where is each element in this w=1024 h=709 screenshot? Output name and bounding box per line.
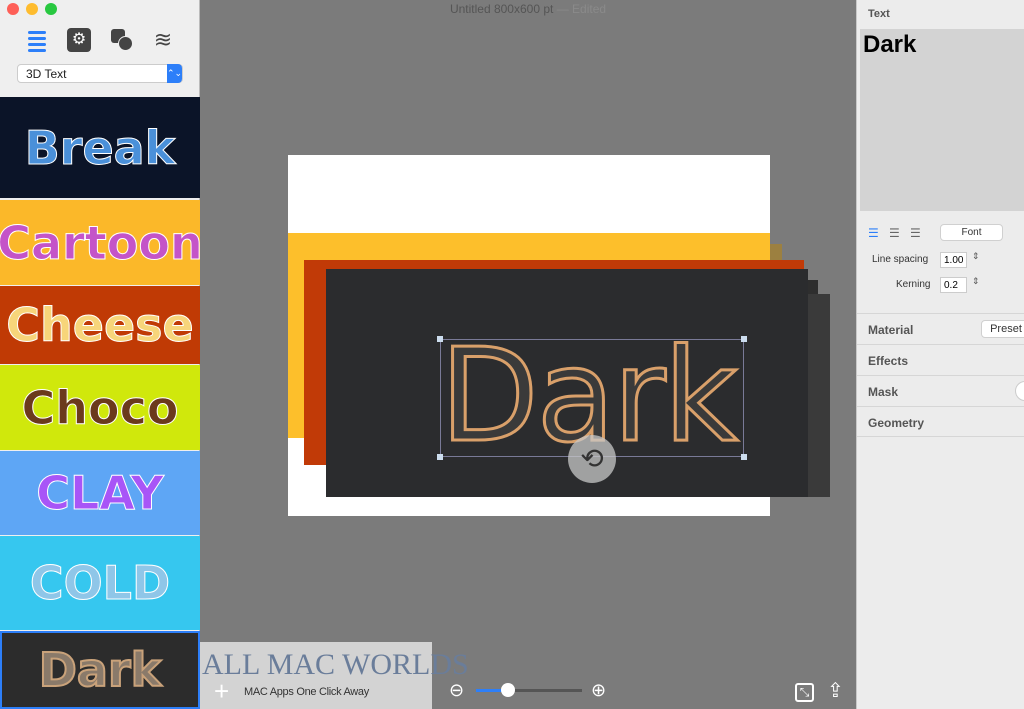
- resize-handle[interactable]: [437, 336, 443, 342]
- preset-thumbnail[interactable]: Cheese: [0, 286, 200, 364]
- add-icon[interactable]: +: [214, 676, 229, 707]
- sidebar: ⚙ ≋ 3D Text ⌃⌄ Break Cartoon Cheese Choco CL…: [0, 0, 200, 709]
- category-select[interactable]: 3D Text ⌃⌄: [17, 64, 183, 83]
- zoom-slider[interactable]: [476, 683, 582, 697]
- line-spacing-stepper[interactable]: ⇕: [972, 251, 980, 262]
- mask-label: Mask: [868, 385, 899, 399]
- preset-thumbnail[interactable]: Break: [0, 97, 200, 198]
- preset-label: Dark: [38, 642, 163, 698]
- window-title: Untitled 800x600 pt — Edited: [200, 2, 856, 16]
- kerning-field[interactable]: 0.2: [940, 277, 967, 293]
- edited-status: — Edited: [556, 2, 607, 16]
- preset-thumbnail[interactable]: COLD: [0, 536, 200, 630]
- kerning-label: Kerning: [896, 279, 931, 290]
- text-input-value: Dark: [863, 31, 917, 58]
- preset-label: CLAY: [36, 466, 165, 521]
- mask-toggle[interactable]: [1015, 381, 1024, 401]
- line-spacing-field[interactable]: 1.00: [940, 252, 967, 268]
- gear-icon[interactable]: ⚙: [67, 28, 91, 52]
- zoom-in-icon[interactable]: ⊕: [591, 680, 606, 701]
- watermark-tagline: MAC Apps One Click Away: [244, 686, 369, 698]
- resize-handle[interactable]: [437, 454, 443, 460]
- mask-section[interactable]: Mask: [857, 375, 1024, 406]
- minimize-button[interactable]: [26, 3, 38, 15]
- align-center-icon[interactable]: ☰: [889, 226, 900, 240]
- document-title: Untitled 800x600 pt: [449, 2, 554, 16]
- preset-thumbnail[interactable]: Dark: [0, 631, 200, 709]
- geometry-section[interactable]: Geometry: [857, 406, 1024, 437]
- fit-canvas-icon[interactable]: ⤡: [795, 683, 814, 702]
- effects-label: Effects: [868, 354, 909, 368]
- preset-button[interactable]: Preset: [981, 320, 1024, 338]
- preset-thumbnail[interactable]: CLAY: [0, 451, 200, 535]
- effects-section[interactable]: Effects: [857, 344, 1024, 375]
- close-button[interactable]: [7, 3, 19, 15]
- preset-label: Choco: [21, 380, 179, 435]
- list-icon[interactable]: [25, 28, 49, 52]
- rotate-3d-icon[interactable]: ⟲: [568, 435, 616, 483]
- zoom-out-icon[interactable]: ⊖: [449, 680, 464, 701]
- align-left-icon[interactable]: ☰: [868, 226, 879, 240]
- watermark-title: ALL MAC WORLDS: [202, 648, 469, 681]
- resize-handle[interactable]: [741, 454, 747, 460]
- category-select-value: 3D Text: [26, 67, 67, 81]
- preset-label: Cheese: [6, 298, 194, 353]
- zoom-slider-knob[interactable]: [500, 683, 515, 697]
- text-section-label: Text: [868, 8, 890, 20]
- material-section[interactable]: Material Preset: [857, 313, 1024, 344]
- material-label: Material: [868, 323, 914, 337]
- line-spacing-label: Line spacing: [872, 254, 929, 265]
- preset-label: Cartoon: [0, 215, 200, 270]
- geometry-label: Geometry: [868, 416, 925, 430]
- align-right-icon[interactable]: ☰: [910, 226, 921, 240]
- preset-label: COLD: [29, 556, 171, 611]
- zoom-button[interactable]: [45, 3, 57, 15]
- resize-handle[interactable]: [741, 336, 747, 342]
- preset-label: Break: [24, 120, 176, 175]
- text-input[interactable]: Dark: [860, 29, 1024, 211]
- share-icon[interactable]: ⇪: [827, 678, 844, 703]
- shapes-icon[interactable]: [110, 28, 134, 52]
- font-button[interactable]: Font: [940, 224, 1003, 241]
- preset-thumbnail[interactable]: Choco: [0, 365, 200, 450]
- layers-icon[interactable]: ≋: [151, 28, 175, 52]
- watermark: ALL MAC WORLDS + MAC Apps One Click Away: [200, 642, 469, 709]
- chevron-updown-icon: ⌃⌄: [167, 64, 182, 83]
- preset-thumbnail[interactable]: Cartoon: [0, 200, 200, 285]
- kerning-stepper[interactable]: ⇕: [972, 276, 980, 287]
- inspector-panel: Text Dark ☰ ☰ ☰ Font Line spacing 1.00 ⇕…: [856, 0, 1024, 709]
